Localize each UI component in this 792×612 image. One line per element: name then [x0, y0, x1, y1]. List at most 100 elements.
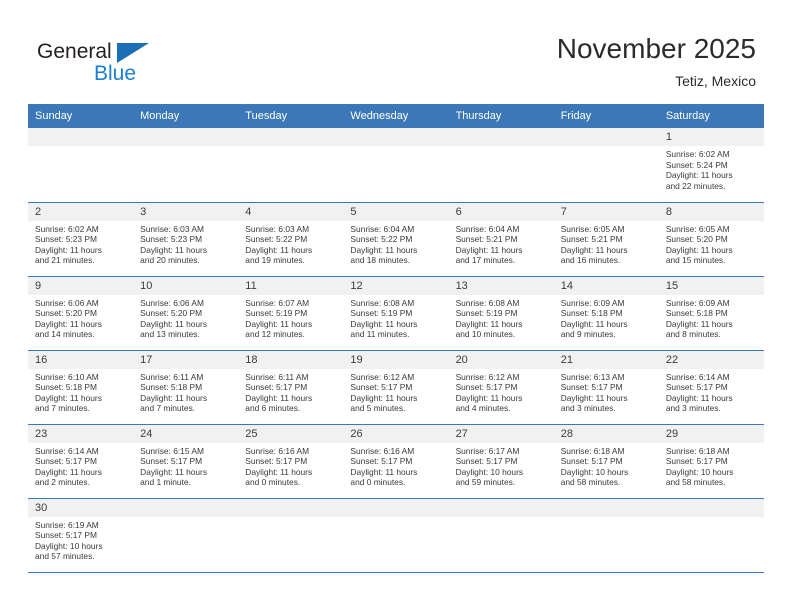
daylight-text-line1: Daylight: 11 hours	[35, 466, 102, 477]
sunset-text: Sunset: 5:17 PM	[350, 456, 413, 467]
daylight-text-line2: and 3 minutes.	[560, 403, 616, 414]
calendar-day-cell[interactable]: 7 Sunrise: 6:05 AM Sunset: 5:21 PM Daylight…	[553, 202, 659, 277]
calendar-day-cell[interactable]: 21 Sunrise: 6:13 AM Sunset: 5:17 PM Dayligh…	[553, 350, 659, 425]
daylight-text-line2: and 2 minutes.	[35, 477, 90, 488]
daylight-text-line2: and 58 minutes.	[560, 477, 621, 488]
calendar-week-row: 1 Sunrise: 6:02 AM Sunset: 5:24 PM Daylight…	[28, 128, 764, 203]
day-sun-info: Sunrise: 6:15 AM Sunset: 5:17 PM Daylight:…	[133, 443, 238, 488]
calendar-day-cell[interactable]: 29 Sunrise: 6:18 AM Sunset: 5:17 PM Dayligh…	[658, 424, 764, 499]
day-number	[553, 128, 659, 146]
daylight-text-line2: and 22 minutes.	[665, 180, 726, 191]
sunset-text: Sunset: 5:17 PM	[560, 456, 623, 467]
calendar-day-cell[interactable]: 14 Sunrise: 6:09 AM Sunset: 5:18 PM Dayligh…	[553, 276, 659, 351]
daylight-text-line2: and 17 minutes.	[455, 255, 516, 266]
day-sun-info: Sunrise: 6:08 AM Sunset: 5:19 PM Daylight:…	[449, 295, 554, 340]
calendar-day-cell[interactable]: 27 Sunrise: 6:17 AM Sunset: 5:17 PM Dayligh…	[448, 424, 554, 499]
calendar-day-cell[interactable]: 12 Sunrise: 6:08 AM Sunset: 5:19 PM Dayligh…	[343, 276, 449, 351]
page-title: November 2025	[556, 33, 756, 64]
calendar-day-cell[interactable]: 5 Sunrise: 6:04 AM Sunset: 5:22 PM Daylight…	[343, 202, 449, 277]
weekday-header-monday: Monday	[133, 104, 239, 128]
sunset-text: Sunset: 5:22 PM	[350, 234, 413, 245]
calendar-day-cell[interactable]: 30 Sunrise: 6:19 AM Sunset: 5:17 PM Dayligh…	[28, 498, 134, 573]
sunset-text: Sunset: 5:17 PM	[560, 382, 623, 393]
calendar-day-cell[interactable]: 16 Sunrise: 6:10 AM Sunset: 5:18 PM Dayligh…	[28, 350, 134, 425]
sunset-text: Sunset: 5:20 PM	[35, 308, 97, 319]
daylight-text-line2: and 4 minutes.	[455, 403, 511, 414]
calendar-week-row: 9 Sunrise: 6:06 AM Sunset: 5:20 PM Daylight…	[28, 276, 764, 351]
calendar-day-cell[interactable]: 28 Sunrise: 6:18 AM Sunset: 5:17 PM Dayligh…	[553, 424, 659, 499]
sunset-text: Sunset: 5:22 PM	[245, 234, 308, 245]
daylight-text-line2: and 13 minutes.	[140, 329, 200, 340]
daylight-text-line2: and 18 minutes.	[350, 255, 411, 266]
calendar-day-cell[interactable]: 23 Sunrise: 6:14 AM Sunset: 5:17 PM Dayligh…	[28, 424, 134, 499]
day-sun-info: Sunrise: 6:05 AM Sunset: 5:20 PM Daylight:…	[659, 221, 764, 266]
calendar-day-cell-empty	[133, 498, 239, 573]
calendar-day-cell[interactable]: 25 Sunrise: 6:16 AM Sunset: 5:17 PM Dayligh…	[238, 424, 344, 499]
calendar-day-cell[interactable]: 20 Sunrise: 6:12 AM Sunset: 5:17 PM Dayligh…	[448, 350, 554, 425]
calendar-day-cell[interactable]: 8 Sunrise: 6:05 AM Sunset: 5:20 PM Daylight…	[658, 202, 764, 277]
day-number: 16	[28, 350, 134, 369]
day-sun-info: Sunrise: 6:05 AM Sunset: 5:21 PM Daylight:…	[554, 221, 659, 266]
calendar-day-cell[interactable]: 11 Sunrise: 6:07 AM Sunset: 5:19 PM Dayligh…	[238, 276, 344, 351]
weekday-header-saturday: Saturday	[658, 104, 764, 128]
calendar-day-cell[interactable]: 17 Sunrise: 6:11 AM Sunset: 5:18 PM Dayligh…	[133, 350, 239, 425]
sunset-text: Sunset: 5:17 PM	[350, 382, 413, 393]
calendar-day-cell[interactable]: 6 Sunrise: 6:04 AM Sunset: 5:21 PM Daylight…	[448, 202, 554, 277]
day-number: 24	[133, 424, 239, 443]
daylight-text-line2: and 6 minutes.	[245, 403, 301, 414]
sunset-text: Sunset: 5:18 PM	[35, 382, 97, 393]
calendar-day-cell[interactable]: 2 Sunrise: 6:02 AM Sunset: 5:23 PM Daylight…	[28, 202, 134, 277]
day-sun-info: Sunrise: 6:03 AM Sunset: 5:23 PM Daylight:…	[133, 221, 238, 266]
daylight-text-line1: Daylight: 11 hours	[455, 244, 523, 255]
sunset-text: Sunset: 5:17 PM	[245, 456, 308, 467]
day-number: 18	[238, 350, 344, 369]
day-sun-info: Sunrise: 6:10 AM Sunset: 5:18 PM Daylight:…	[28, 369, 133, 414]
day-number	[28, 128, 134, 146]
calendar-day-cell[interactable]: 4 Sunrise: 6:03 AM Sunset: 5:22 PM Daylight…	[238, 202, 344, 277]
sunrise-text: Sunrise: 6:16 AM	[245, 445, 310, 456]
day-number: 25	[238, 424, 344, 443]
day-sun-info: Sunrise: 6:14 AM Sunset: 5:17 PM Daylight:…	[28, 443, 133, 488]
calendar-day-cell[interactable]: 24 Sunrise: 6:15 AM Sunset: 5:17 PM Dayligh…	[133, 424, 239, 499]
calendar-day-cell[interactable]: 19 Sunrise: 6:12 AM Sunset: 5:17 PM Dayligh…	[343, 350, 449, 425]
daylight-text-line2: and 7 minutes.	[35, 403, 90, 414]
day-number: 23	[28, 424, 134, 443]
calendar-day-cell[interactable]: 13 Sunrise: 6:08 AM Sunset: 5:19 PM Dayligh…	[448, 276, 554, 351]
calendar-day-cell[interactable]: 15 Sunrise: 6:09 AM Sunset: 5:18 PM Dayligh…	[658, 276, 764, 351]
calendar-day-cell[interactable]: 1 Sunrise: 6:02 AM Sunset: 5:24 PM Daylight…	[658, 128, 764, 203]
calendar-day-cell[interactable]: 9 Sunrise: 6:06 AM Sunset: 5:20 PM Daylight…	[28, 276, 134, 351]
day-number: 28	[553, 424, 659, 443]
day-sun-info: Sunrise: 6:18 AM Sunset: 5:17 PM Daylight:…	[659, 443, 764, 488]
calendar-day-cell[interactable]: 10 Sunrise: 6:06 AM Sunset: 5:20 PM Dayligh…	[133, 276, 239, 351]
calendar-week-row: 30 Sunrise: 6:19 AM Sunset: 5:17 PM Dayligh…	[28, 498, 764, 573]
sunset-text: Sunset: 5:21 PM	[560, 234, 623, 245]
calendar-day-cell[interactable]: 26 Sunrise: 6:16 AM Sunset: 5:17 PM Dayligh…	[343, 424, 449, 499]
day-number	[133, 498, 239, 517]
daylight-text-line1: Daylight: 11 hours	[560, 318, 628, 329]
day-number: 22	[658, 350, 764, 369]
sunset-text: Sunset: 5:20 PM	[665, 234, 728, 245]
calendar-day-cell[interactable]: 18 Sunrise: 6:11 AM Sunset: 5:17 PM Dayligh…	[238, 350, 344, 425]
calendar-day-cell-empty	[133, 128, 239, 203]
daylight-text-line1: Daylight: 11 hours	[665, 318, 733, 329]
sunrise-text: Sunrise: 6:07 AM	[245, 297, 310, 308]
calendar-day-cell-empty	[343, 128, 449, 203]
weekday-header-wednesday: Wednesday	[343, 104, 449, 128]
sunrise-text: Sunrise: 6:12 AM	[455, 371, 520, 382]
logo-text-general: General	[37, 40, 112, 63]
daylight-text-line1: Daylight: 11 hours	[245, 466, 313, 477]
calendar-day-cell[interactable]: 22 Sunrise: 6:14 AM Sunset: 5:17 PM Dayligh…	[658, 350, 764, 425]
sunset-text: Sunset: 5:18 PM	[560, 308, 623, 319]
daylight-text-line2: and 58 minutes.	[665, 477, 726, 488]
calendar-day-cell[interactable]: 3 Sunrise: 6:03 AM Sunset: 5:23 PM Daylight…	[133, 202, 239, 277]
day-number: 8	[658, 202, 764, 221]
calendar-day-cell-empty	[343, 498, 449, 573]
sunset-text: Sunset: 5:17 PM	[35, 456, 97, 467]
sunrise-text: Sunrise: 6:06 AM	[140, 297, 204, 308]
day-number: 19	[343, 350, 449, 369]
sunrise-text: Sunrise: 6:19 AM	[35, 519, 99, 530]
day-number	[553, 498, 659, 517]
day-number: 15	[658, 276, 764, 295]
daylight-text-line2: and 5 minutes.	[350, 403, 406, 414]
day-number: 30	[28, 498, 134, 517]
